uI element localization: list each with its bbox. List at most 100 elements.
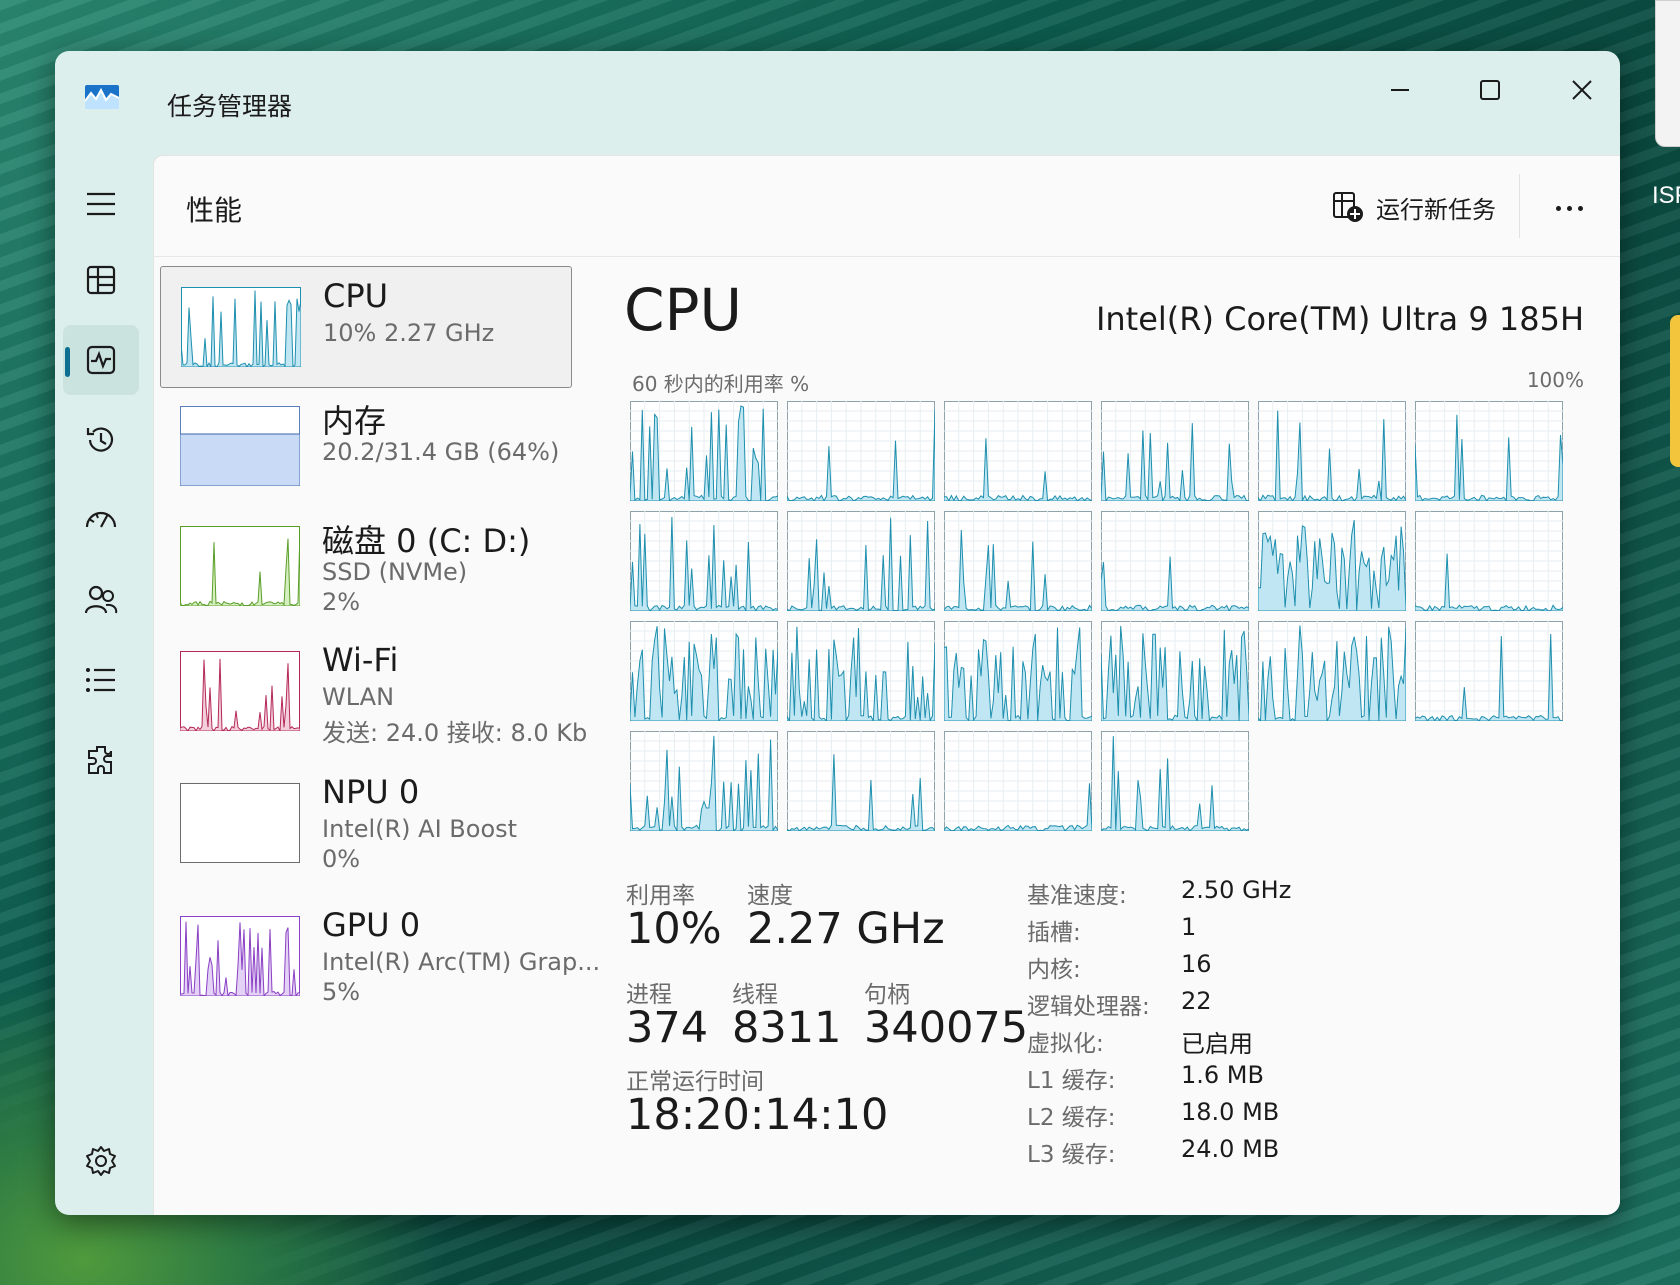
minimize-icon [1391, 89, 1409, 91]
nav-performance-button[interactable] [63, 325, 139, 395]
device-detail: Intel(R) Arc(TM) Grap... [322, 948, 601, 976]
spec-value: 1 [1181, 913, 1197, 941]
device-gpu[interactable]: GPU 0 Intel(R) Arc(TM) Grap... 5% [160, 896, 600, 1016]
spec-value: 16 [1181, 950, 1212, 978]
device-name: GPU 0 [322, 906, 421, 944]
users-icon [84, 585, 118, 614]
spec-value: 1.6 MB [1181, 1061, 1264, 1089]
device-disk[interactable]: 磁盘 0 (C: D:) SSD (NVMe) 2% [160, 506, 570, 626]
graph-max-label: 100% [1526, 368, 1584, 392]
run-new-task-button[interactable]: 运行新任务 [1322, 182, 1506, 232]
device-wifi[interactable]: Wi-Fi WLAN 发送: 24.0 接收: 8.0 Kb [160, 631, 587, 751]
content-pane: 性能 运行新任务 CPU 10% 2.27 GHz 内存 20.2/31.4 G… [153, 155, 1620, 1215]
utilization-value: 10% [626, 904, 722, 954]
graph-caption: 60 秒内的利用率 % [632, 372, 810, 396]
threads-value: 8311 [732, 1003, 842, 1053]
page-header: 性能 运行新任务 [154, 156, 1620, 257]
header-divider [1519, 174, 1520, 238]
device-usage: 2% [322, 588, 361, 616]
background-folder-edge [1670, 315, 1680, 467]
logical-processor-graph [1415, 401, 1563, 501]
nav-details-button[interactable] [63, 645, 139, 715]
processes-value: 374 [626, 1003, 709, 1053]
logical-processor-graph [630, 511, 778, 611]
nav-startup-apps-button[interactable] [63, 485, 139, 555]
spec-label: L1 缓存: [1027, 1068, 1116, 1094]
run-new-task-icon [1333, 192, 1363, 222]
device-usage: 0% [322, 845, 361, 873]
nav-services-button[interactable] [63, 725, 139, 795]
services-icon [88, 746, 112, 774]
background-window-text: ISF [1652, 182, 1680, 209]
close-icon [1572, 80, 1592, 100]
device-name: 内存 [322, 402, 387, 440]
cpu-detail-panel: CPU Intel(R) Core(TM) Ultra 9 185H 60 秒内… [624, 276, 1584, 1176]
spec-label: 插槽: [1027, 920, 1081, 946]
logical-processor-graph [944, 401, 1092, 501]
device-list: CPU 10% 2.27 GHz 内存 20.2/31.4 GB (64%) 磁… [154, 266, 600, 1026]
startup-apps-icon [85, 511, 117, 528]
spec-label: 虚拟化: [1027, 1031, 1104, 1057]
device-throughput: 发送: 24.0 接收: 8.0 Kb [322, 719, 588, 747]
logical-processor-graph [630, 731, 778, 831]
disk-thumbnail-graph [180, 526, 300, 606]
minimize-button[interactable] [1355, 65, 1445, 115]
details-icon [86, 668, 115, 692]
cpu-thumbnail-graph [181, 287, 301, 367]
navigation-rail [55, 151, 153, 1215]
logical-processor-graph [630, 621, 778, 721]
nav-settings-button[interactable] [63, 1126, 139, 1196]
maximize-icon [1480, 80, 1500, 100]
spec-label: 基准速度: [1027, 883, 1127, 909]
device-detail: 10% 2.27 GHz [323, 319, 495, 347]
device-usage: 5% [322, 978, 361, 1006]
spec-label: 内核: [1027, 957, 1081, 983]
nav-processes-button[interactable] [63, 245, 139, 315]
settings-icon [86, 1146, 116, 1176]
title-bar: 任务管理器 [55, 51, 1620, 151]
logical-processor-graph [630, 401, 778, 501]
device-memory[interactable]: 内存 20.2/31.4 GB (64%) [160, 386, 570, 506]
spec-label: L2 缓存: [1027, 1105, 1116, 1131]
spec-value: 24.0 MB [1181, 1135, 1280, 1163]
spec-value: 22 [1181, 987, 1212, 1015]
logical-processor-graph [944, 621, 1092, 721]
speed-value: 2.27 GHz [747, 904, 945, 954]
logical-processor-graph [787, 621, 935, 721]
logical-processor-graphs [630, 401, 1570, 843]
run-new-task-label: 运行新任务 [1376, 195, 1496, 224]
uptime-value: 18:20:14:10 [626, 1090, 889, 1140]
menu-icon [87, 192, 115, 216]
logical-processor-graph [1101, 621, 1249, 721]
logical-processor-graph [1101, 731, 1249, 831]
more-options-button[interactable] [1539, 186, 1599, 230]
device-npu[interactable]: NPU 0 Intel(R) AI Boost 0% [160, 763, 570, 883]
logical-processor-graph [1415, 511, 1563, 611]
device-detail: WLAN [322, 683, 395, 711]
logical-processor-graph [1258, 511, 1406, 611]
cpu-model: Intel(R) Core(TM) Ultra 9 185H [1095, 300, 1584, 338]
logical-processor-graph [787, 511, 935, 611]
handles-value: 340075 [864, 1003, 1029, 1053]
device-cpu[interactable]: CPU 10% 2.27 GHz [160, 266, 572, 388]
logical-processor-graph [944, 731, 1092, 831]
nav-app-history-button[interactable] [63, 405, 139, 475]
processes-icon [86, 265, 116, 295]
close-button[interactable] [1537, 65, 1620, 115]
logical-processor-graph [1415, 621, 1563, 721]
logical-processor-graph [1258, 401, 1406, 501]
nav-menu-button[interactable] [63, 169, 139, 239]
task-manager-window: 任务管理器 性能 运行新任务 CPU 10% 2.27 GHz 内存 20.2/… [55, 51, 1620, 1215]
logical-processor-graph [1101, 511, 1249, 611]
memory-usage-area [180, 433, 300, 486]
nav-users-button[interactable] [63, 565, 139, 635]
background-window-edge [1655, 0, 1680, 147]
spec-value: 已启用 [1181, 1030, 1253, 1058]
device-name: 磁盘 0 (C: D:) [322, 522, 531, 560]
logical-processor-graph [1258, 621, 1406, 721]
device-name: NPU 0 [322, 773, 420, 811]
more-dot-icon [1577, 205, 1583, 211]
spec-label: 逻辑处理器: [1027, 994, 1150, 1020]
maximize-button[interactable] [1445, 65, 1535, 115]
app-history-icon [86, 427, 114, 452]
